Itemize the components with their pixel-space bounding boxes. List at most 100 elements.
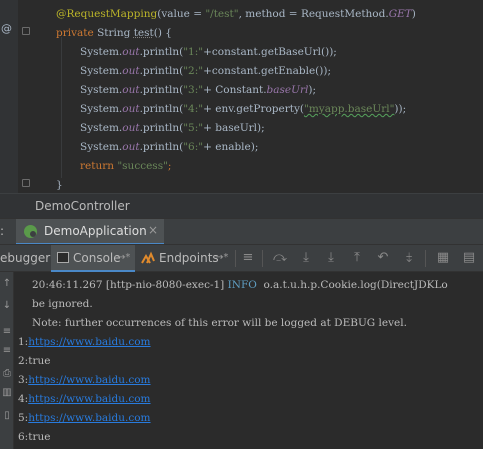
code-line-7: System.out.println("5:"+ baseUrl);	[80, 119, 265, 138]
output-value: true	[28, 355, 51, 367]
layout-icon[interactable]: ▤	[461, 250, 477, 266]
code-token: .println(	[139, 84, 184, 96]
run-label: :	[0, 224, 5, 238]
arrow-down-icon[interactable]: ↓	[1, 300, 13, 312]
clear-icon[interactable]: ▥	[1, 387, 13, 399]
drop-frame-icon[interactable]: ↶	[375, 250, 391, 266]
console-toolbar: ebugger Console →* Endpoints →* ≡ ⤼ ⤓ ⤓ …	[0, 244, 483, 272]
log-line-continuation: be ignored.	[32, 298, 93, 310]
code-line-8: System.out.println("6:"+ enable);	[80, 138, 258, 157]
code-token: +constant.getEnable());	[203, 65, 332, 77]
tab-demo-application[interactable]: DemoApplication ×	[16, 219, 164, 245]
code-line-6: System.out.println("4:"+ env.getProperty…	[80, 100, 406, 119]
code-editor[interactable]: @ @RequestMapping(value = "/test", metho…	[0, 0, 483, 193]
output-value: true	[28, 431, 51, 443]
step-over-icon[interactable]: ⤼	[272, 250, 288, 266]
code-token: +constant.getBaseUrl());	[203, 46, 337, 58]
output-link[interactable]: https://www.baidu.com	[28, 412, 150, 424]
trash-icon[interactable]: ▯	[1, 410, 13, 422]
breadcrumb-item[interactable]: DemoController	[35, 199, 130, 213]
keyword-token: return	[80, 160, 114, 172]
field-token: out	[122, 103, 140, 115]
endpoints-icon	[141, 251, 155, 264]
field-token: out	[122, 65, 140, 77]
method-name-token: test	[133, 27, 154, 39]
evaluate-icon[interactable]: ▦	[435, 250, 451, 266]
gutter-annotation-marker: @	[1, 22, 12, 35]
code-line-5: System.out.println("3:"+ Constant.baseUr…	[80, 81, 316, 100]
output-link[interactable]: https://www.baidu.com	[28, 374, 150, 386]
code-token: ;	[167, 160, 172, 172]
output-line: 2:true	[18, 352, 50, 371]
code-line-1: @RequestMapping(value = "/test", method …	[56, 5, 416, 24]
run-to-cursor-icon[interactable]: ⤈	[401, 250, 417, 266]
tab-endpoints[interactable]: Endpoints	[159, 251, 219, 265]
code-token: System.	[80, 46, 123, 58]
code-token: ));	[394, 103, 407, 115]
step-out-icon[interactable]: ⤒	[349, 250, 365, 266]
log-time: 20:46:11.267	[32, 279, 103, 291]
enum-token: GET	[388, 8, 412, 20]
fold-gutter	[18, 0, 34, 193]
log-level: INFO	[227, 279, 257, 291]
code-line-9: return "success";	[80, 157, 171, 176]
string-token: "3:"	[183, 84, 204, 96]
string-token: "1:"	[183, 46, 204, 58]
print-icon[interactable]: ⎙	[1, 368, 13, 380]
close-icon[interactable]: ×	[148, 223, 158, 237]
code-token: )	[411, 8, 416, 20]
output-prefix: 4:	[18, 393, 29, 405]
code-token: .println(	[139, 103, 184, 115]
editor-gutter: @	[0, 0, 18, 193]
arrow-up-icon[interactable]: ↑	[1, 278, 13, 290]
code-token: );	[308, 84, 316, 96]
output-line: 1:https://www.baidu.com	[18, 333, 151, 352]
toolbar-divider	[262, 250, 263, 267]
toolbar-divider	[235, 250, 236, 267]
code-line-4: System.out.println("2:"+constant.getEnab…	[80, 62, 331, 81]
code-token: .println(	[139, 141, 184, 153]
string-token: "success"	[117, 160, 168, 172]
code-token: System.	[80, 84, 123, 96]
code-token: (value =	[157, 8, 206, 20]
code-line-10: }	[56, 179, 63, 191]
code-token: , method = RequestMethod.	[238, 8, 389, 20]
code-token: System.	[80, 122, 123, 134]
wrap-icon[interactable]: ≡	[1, 326, 13, 338]
scroll-end-icon[interactable]: ≡	[1, 345, 13, 357]
tab-console[interactable]: Console →*	[51, 245, 135, 272]
log-message: o.a.t.u.h.p.Cookie.log(DirectJDKLo	[260, 279, 448, 291]
console-pin-icon[interactable]: →*	[117, 252, 130, 263]
output-link[interactable]: https://www.baidu.com	[28, 336, 150, 348]
keyword-token: private	[56, 27, 94, 39]
menu-icon[interactable]: ≡	[240, 250, 256, 266]
string-token: "2:"	[183, 65, 204, 77]
output-prefix: 3:	[18, 374, 29, 386]
code-token: .println(	[139, 122, 184, 134]
force-step-into-icon[interactable]: ⤓	[323, 250, 339, 266]
step-into-icon[interactable]: ⤓	[298, 250, 314, 266]
code-token: System.	[80, 103, 123, 115]
output-link[interactable]: https://www.baidu.com	[28, 393, 150, 405]
code-line-3: System.out.println("1:"+constant.getBase…	[80, 43, 337, 62]
string-token: "myapp.baseUrl"	[304, 103, 395, 115]
string-token: "/test"	[205, 8, 239, 20]
fold-close-icon[interactable]	[22, 179, 30, 187]
fold-open-icon[interactable]	[22, 27, 30, 35]
field-token: out	[122, 84, 140, 96]
console-output[interactable]: 20:46:11.267 [http-nio-8080-exec-1] INFO…	[14, 272, 483, 449]
annotation-token: @RequestMapping	[56, 8, 158, 20]
tab-debugger[interactable]: ebugger	[0, 251, 50, 265]
breadcrumb: DemoController	[0, 193, 483, 218]
endpoints-pin-icon[interactable]: →*	[215, 252, 228, 263]
code-token: System.	[80, 65, 123, 77]
output-prefix: 5:	[18, 412, 29, 424]
output-line: 5:https://www.baidu.com	[18, 409, 151, 428]
code-token: + baseUrl);	[203, 122, 265, 134]
log-line: 20:46:11.267 [http-nio-8080-exec-1] INFO…	[32, 276, 448, 295]
output-prefix: 6:	[18, 431, 29, 443]
string-token: "6:"	[183, 141, 204, 153]
run-tool-window-header: : DemoApplication ×	[0, 218, 483, 245]
code-token: () {	[153, 27, 172, 39]
console-tab-label: Console	[73, 251, 121, 265]
